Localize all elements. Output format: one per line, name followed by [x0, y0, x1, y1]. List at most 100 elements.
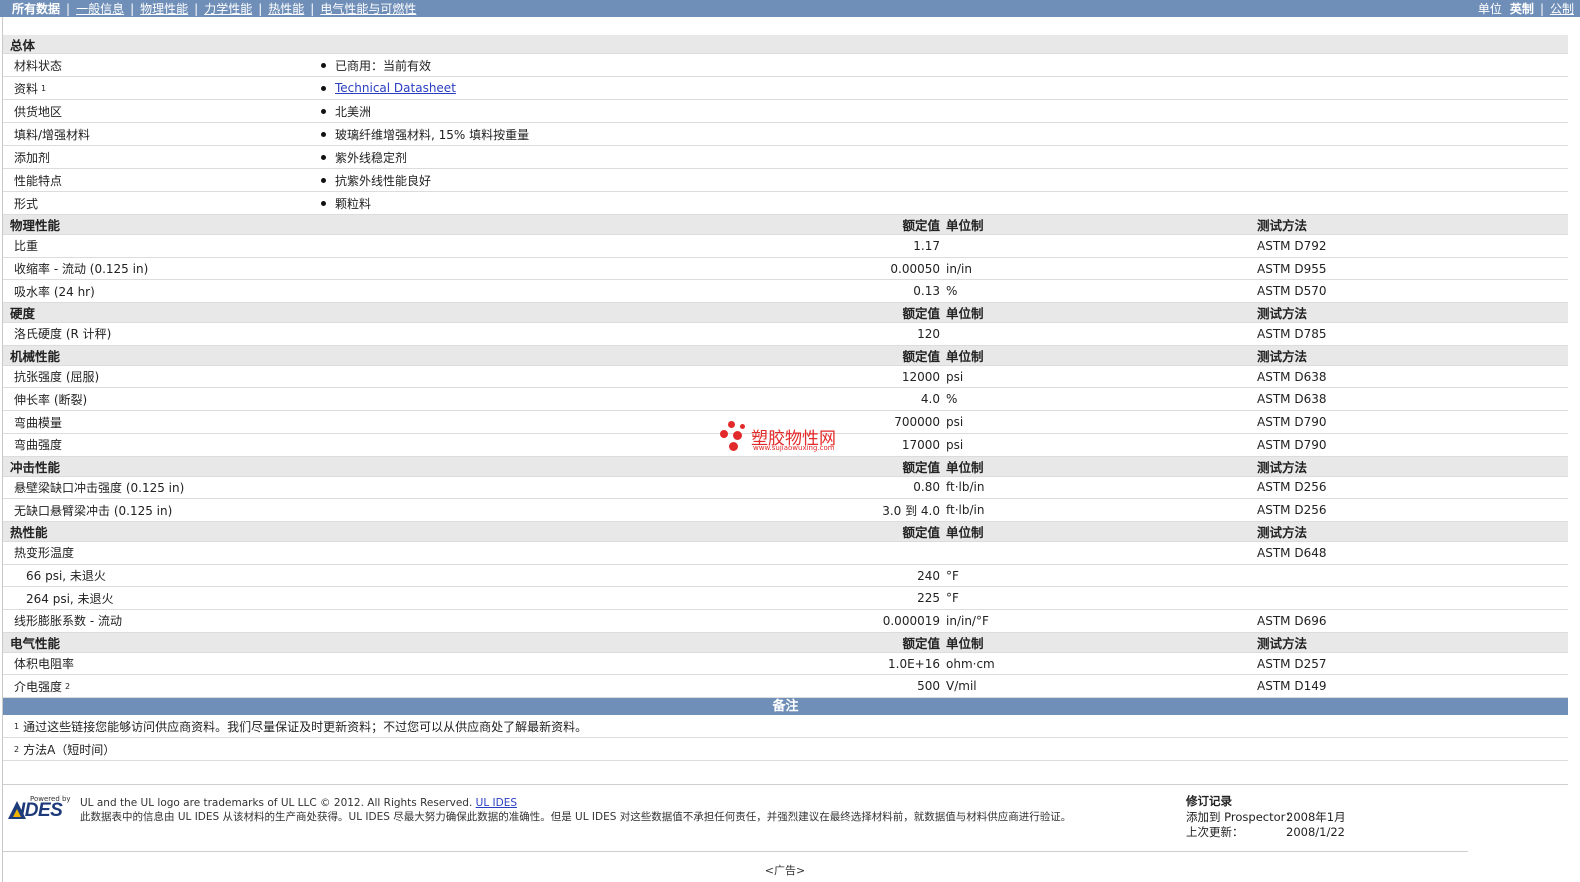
- watermark-url: www.sujiaowuxing.com: [753, 444, 835, 452]
- test-method: ASTM D648: [1257, 545, 1327, 560]
- section-header: 电气性能 额定值 单位制 测试方法: [3, 632, 1568, 653]
- test-method: ASTM D790: [1257, 437, 1327, 452]
- tab-thermal[interactable]: 热性能: [268, 0, 304, 17]
- property-unit: psi: [946, 437, 964, 452]
- property-label: 热变形温度: [14, 542, 74, 564]
- property-label: 供货地区: [14, 100, 62, 122]
- property-label-text: 体积电阻率: [14, 657, 75, 672]
- property-value: 17000: [901, 437, 940, 452]
- note-content: 2 方法A（短时间）: [14, 738, 115, 760]
- nav-separator: |: [66, 1, 71, 16]
- property-label: 伸长率 (断裂): [14, 389, 87, 411]
- section-header: 硬度 额定值 单位制 测试方法: [3, 303, 1568, 324]
- tab-general-info[interactable]: 一般信息: [76, 0, 124, 17]
- property-label: 材料状态: [14, 54, 62, 76]
- property-row: 洛氏硬度 (R 计秤) 120 ASTM D785: [3, 323, 1568, 346]
- test-method: ASTM D256: [1257, 503, 1327, 518]
- property-label-text: 悬壁梁缺口冲击强度 (0.125 in): [14, 480, 185, 495]
- note-content: 1 通过这些链接您能够访问供应商资料。我们尽量保证及时更新资料；不过您可以从供应商…: [14, 715, 587, 737]
- property-row: 热变形温度 ASTM D648: [3, 542, 1568, 565]
- added-value: 2008年1月: [1286, 809, 1346, 824]
- unit-switcher: 单位 英制 | 公制: [1478, 0, 1574, 17]
- section-header: 物理性能 额定值 单位制 测试方法: [3, 215, 1568, 235]
- legal-line-2: 此数据表中的信息由 UL IDES 从该材料的生产商处获得。UL IDES 尽最…: [80, 811, 1072, 823]
- column-header-value: 额定值: [902, 459, 940, 475]
- nav-separator: |: [194, 1, 199, 16]
- unit-metric[interactable]: 公制: [1550, 0, 1574, 17]
- property-value: 抗紫外线性能良好: [321, 169, 431, 191]
- property-unit: psi: [946, 369, 964, 384]
- test-method: ASTM D570: [1257, 284, 1327, 299]
- property-unit: %: [946, 284, 958, 299]
- footnote-ref: 2: [65, 681, 71, 691]
- test-method: ASTM D696: [1257, 613, 1327, 628]
- tab-electrical[interactable]: 电气性能与可燃性: [320, 0, 416, 17]
- property-unit: °F: [946, 568, 959, 583]
- property-label: 弯曲强度: [14, 434, 62, 456]
- property-label: 性能特点: [14, 169, 62, 191]
- property-label: 吸水率 (24 hr): [14, 280, 95, 302]
- bullet-icon: [321, 154, 326, 160]
- column-header-value: 额定值: [902, 525, 940, 540]
- property-label-text: 资料: [14, 81, 39, 96]
- column-header-value: 额定值: [902, 218, 940, 233]
- bullet-icon: [321, 200, 326, 206]
- tab-mechanical[interactable]: 力学性能: [204, 0, 252, 17]
- property-label: 填料/增强材料: [14, 123, 90, 145]
- watermark-dot: [740, 424, 745, 429]
- property-unit: °F: [946, 591, 959, 606]
- property-label: 264 psi, 未退火: [26, 587, 114, 609]
- column-header-value: 额定值: [902, 635, 940, 651]
- property-row: 收缩率 - 流动 (0.125 in) 0.00050 in/in ASTM D955: [3, 258, 1568, 281]
- property-row: 比重 1.17 ASTM D792: [3, 235, 1568, 258]
- units-label: 单位: [1477, 2, 1502, 16]
- property-value: 已商用：当前有效: [321, 54, 431, 76]
- column-header-unit: 单位制: [946, 348, 984, 364]
- bullet-icon: [321, 62, 326, 68]
- unit-imperial[interactable]: 英制: [1510, 0, 1534, 17]
- property-value-text: 颗粒料: [335, 196, 372, 211]
- property-label-text: 介电强度: [14, 679, 63, 694]
- general-row: 性能特点 抗紫外线性能良好: [3, 169, 1568, 192]
- property-label-text: 伸长率 (断裂): [14, 392, 88, 407]
- ul-ides-link[interactable]: UL IDES: [476, 797, 517, 809]
- property-label: 比重: [14, 235, 38, 257]
- datasheet-link[interactable]: Technical Datasheet: [335, 81, 456, 95]
- property-unit: in/in: [946, 261, 972, 276]
- tab-all-data[interactable]: 所有数据: [12, 0, 60, 17]
- property-value: 0.000019: [882, 613, 940, 628]
- property-row: 抗张强度 (屈服) 12000 psi ASTM D638: [3, 366, 1568, 389]
- property-label-text: 供货地区: [14, 104, 63, 119]
- test-method: ASTM D785: [1257, 326, 1327, 341]
- tab-physical[interactable]: 物理性能: [140, 0, 188, 17]
- note-text: 通过这些链接您能够访问供应商资料。我们尽量保证及时更新资料；不过您可以从供应商处…: [23, 719, 588, 734]
- property-unit: %: [946, 392, 958, 407]
- column-header-method: 测试方法: [1257, 218, 1308, 233]
- property-unit: ohm·cm: [946, 656, 995, 671]
- general-row: 添加剂 紫外线稳定剂: [3, 146, 1568, 169]
- note-number: 2: [14, 744, 20, 754]
- nav-separator: |: [130, 1, 135, 16]
- footnote-ref: 1: [41, 83, 47, 93]
- section-title: 电气性能: [10, 635, 61, 651]
- column-header-unit: 单位制: [946, 635, 984, 651]
- column-header-unit: 单位制: [946, 525, 984, 540]
- updated-label: 上次更新：: [1186, 825, 1244, 839]
- property-label-text: 抗张强度 (屈服): [14, 370, 100, 385]
- property-unit: V/mil: [946, 679, 977, 694]
- property-row: 线形膨胀系数 - 流动 0.000019 in/in/°F ASTM D696: [3, 610, 1568, 633]
- bullet-icon: [321, 177, 326, 183]
- column-header-value: 额定值: [902, 348, 940, 364]
- section-header-general: 总体: [3, 35, 1568, 54]
- property-value-text: 北美洲: [335, 104, 372, 119]
- property-value-text: 紫外线稳定剂: [335, 150, 408, 165]
- column-header-method: 测试方法: [1257, 525, 1308, 540]
- test-method: ASTM D955: [1257, 261, 1327, 276]
- footer-divider: [3, 784, 1568, 785]
- watermark-dot: [728, 421, 735, 428]
- updated-value: 2008/1/22: [1286, 825, 1345, 839]
- note-text: 方法A（短时间）: [23, 742, 116, 757]
- note-row: 1 通过这些链接您能够访问供应商资料。我们尽量保证及时更新资料；不过您可以从供应商…: [3, 715, 1568, 739]
- footer-divider: [3, 851, 1468, 852]
- bullet-icon: [321, 108, 326, 114]
